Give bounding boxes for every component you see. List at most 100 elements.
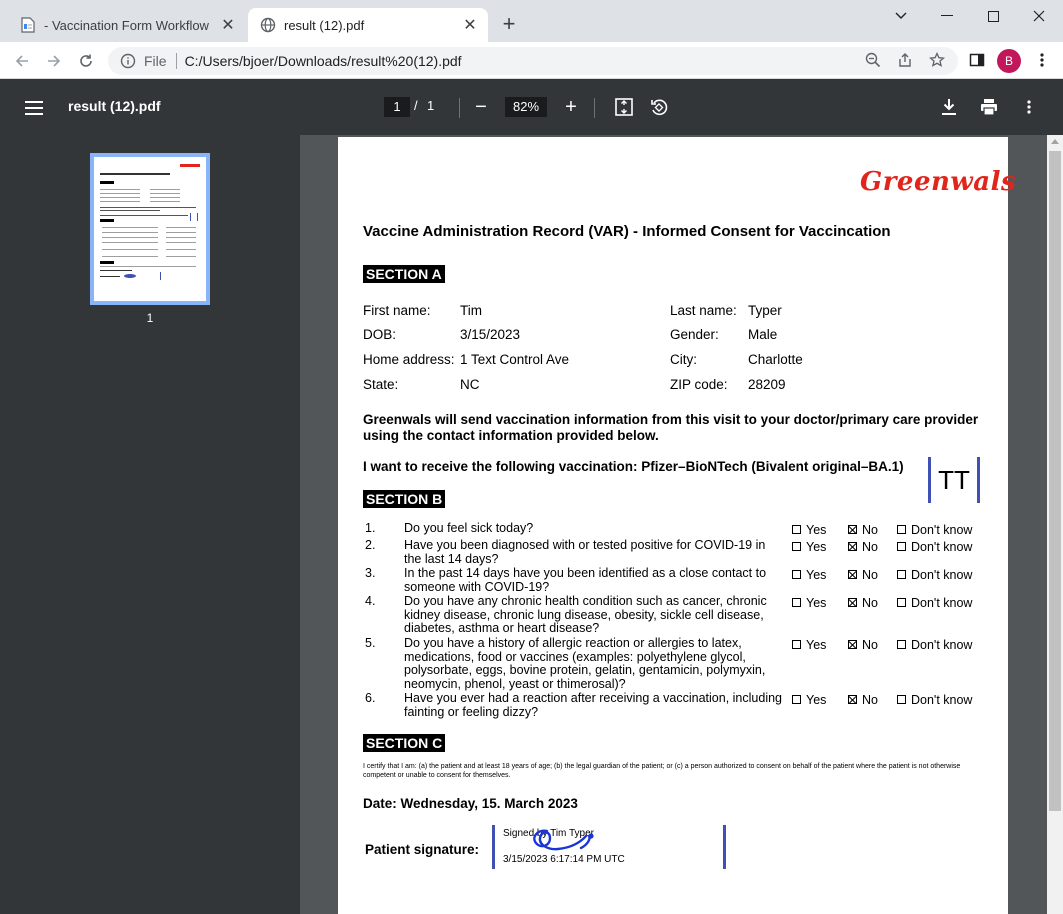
info-icon[interactable] <box>120 53 136 69</box>
hamburger-menu-icon[interactable] <box>22 96 46 120</box>
gender-label: Gender: <box>670 327 719 342</box>
vertical-scrollbar[interactable] <box>1047 135 1063 914</box>
zoom-input[interactable]: 82% <box>505 97 547 117</box>
unchecked-checkbox-icon[interactable] <box>897 695 906 704</box>
option-label: Yes <box>806 638 827 652</box>
checked-checkbox-icon[interactable] <box>848 542 857 551</box>
close-window-button[interactable] <box>1016 2 1062 30</box>
pdf-toolbar: result (12).pdf 1 / 1 − 82% + <box>0 80 1063 135</box>
zoom-out-button[interactable]: − <box>470 96 492 118</box>
unchecked-checkbox-icon[interactable] <box>897 640 906 649</box>
new-tab-button[interactable]: + <box>497 13 521 37</box>
unchecked-checkbox-icon[interactable] <box>897 570 906 579</box>
kebab-menu-icon[interactable] <box>1032 50 1052 70</box>
option-no[interactable]: No <box>848 596 878 611</box>
dob-value: 3/15/2023 <box>460 327 521 342</box>
unchecked-checkbox-icon[interactable] <box>897 542 906 551</box>
checked-checkbox-icon[interactable] <box>848 570 857 579</box>
option-label: Don't know <box>911 523 973 537</box>
option-no[interactable]: No <box>848 568 878 583</box>
checked-checkbox-icon[interactable] <box>848 640 857 649</box>
tab-vaccination-form-workflow[interactable]: - Vaccination Form Workflow ✕ <box>8 8 246 42</box>
option-no[interactable]: No <box>848 693 878 708</box>
option-dont-know[interactable]: Don't know <box>897 523 973 538</box>
option-no[interactable]: No <box>848 638 878 653</box>
unchecked-checkbox-icon[interactable] <box>792 525 801 534</box>
minimize-button[interactable] <box>924 2 970 30</box>
bookmark-star-icon[interactable] <box>927 50 947 70</box>
dob-label: DOB: <box>363 327 397 342</box>
page-separator: / <box>414 98 418 113</box>
option-yes[interactable]: Yes <box>792 540 827 555</box>
scroll-up-arrow-icon[interactable] <box>1051 139 1059 144</box>
signature-field: Signed by Tim Typer 3/15/2023 6:17:14 PM… <box>492 825 726 869</box>
close-tab-icon[interactable]: ✕ <box>218 15 238 35</box>
first-name-value: Tim <box>460 303 482 318</box>
unchecked-checkbox-icon[interactable] <box>792 570 801 579</box>
unchecked-checkbox-icon[interactable] <box>897 598 906 607</box>
option-label: No <box>862 638 878 652</box>
option-dont-know[interactable]: Don't know <box>897 693 973 708</box>
pdf-title: result (12).pdf <box>68 98 161 114</box>
option-dont-know[interactable]: Don't know <box>897 596 972 611</box>
option-yes[interactable]: Yes <box>792 638 827 653</box>
option-dont-know[interactable]: Don't know <box>897 568 973 583</box>
maximize-icon <box>987 10 999 22</box>
scrollbar-thumb[interactable] <box>1049 151 1061 811</box>
back-button[interactable] <box>9 48 35 74</box>
url-text[interactable]: C:/Users/bjoer/Downloads/result%20(12).p… <box>185 53 462 69</box>
option-yes[interactable]: Yes <box>792 568 826 583</box>
option-yes[interactable]: Yes <box>792 693 826 708</box>
page-number-input[interactable]: 1 <box>384 97 410 117</box>
checked-checkbox-icon[interactable] <box>848 695 857 704</box>
option-no[interactable]: No <box>848 523 878 538</box>
zoom-in-button[interactable]: + <box>560 96 582 118</box>
question-text: Do you have any chronic health condition… <box>404 594 767 635</box>
option-yes[interactable]: Yes <box>792 523 826 538</box>
checked-checkbox-icon[interactable] <box>848 598 857 607</box>
fit-page-icon[interactable] <box>613 96 635 118</box>
tab-search-button[interactable] <box>878 2 924 30</box>
thumbnail-page-number: 1 <box>146 311 154 325</box>
notice-paragraph: Greenwals will send vaccination informat… <box>363 412 979 443</box>
profile-avatar[interactable]: B <box>997 49 1021 73</box>
handwritten-signature <box>533 829 594 851</box>
question-text: Have you ever had a reaction after recei… <box>404 691 782 719</box>
globe-icon <box>260 17 276 33</box>
checked-checkbox-icon[interactable] <box>848 525 857 534</box>
rotate-icon[interactable] <box>648 96 670 118</box>
print-icon[interactable] <box>978 96 1000 118</box>
unchecked-checkbox-icon[interactable] <box>792 695 801 704</box>
page-total: 1 <box>427 98 435 113</box>
option-label: Don't know <box>911 568 973 582</box>
option-no[interactable]: No <box>848 540 878 555</box>
unchecked-checkbox-icon[interactable] <box>792 542 801 551</box>
question-number: 1. <box>365 521 376 535</box>
state-label: State: <box>363 377 399 392</box>
more-options-icon[interactable] <box>1018 96 1040 118</box>
unchecked-checkbox-icon[interactable] <box>897 525 906 534</box>
unchecked-checkbox-icon[interactable] <box>792 598 801 607</box>
unchecked-checkbox-icon[interactable] <box>792 640 801 649</box>
share-icon[interactable] <box>895 50 915 70</box>
option-label: No <box>862 540 878 554</box>
reload-button[interactable] <box>73 48 99 74</box>
side-panel-icon[interactable] <box>967 50 987 70</box>
page-thumbnail[interactable] <box>90 153 210 305</box>
question-text: Do you feel sick today? <box>404 521 534 535</box>
close-icon <box>1033 10 1045 22</box>
close-tab-icon[interactable]: ✕ <box>460 15 480 35</box>
address-bar[interactable]: File C:/Users/bjoer/Downloads/result%20(… <box>108 47 958 75</box>
tab-result-pdf[interactable]: result (12).pdf ✕ <box>248 8 488 42</box>
option-label: Don't know <box>911 693 973 707</box>
tab-strip: - Vaccination Form Workflow ✕ result (12… <box>0 0 1063 42</box>
option-yes[interactable]: Yes <box>792 596 826 611</box>
download-icon[interactable] <box>938 96 960 118</box>
option-dont-know[interactable]: Don't know <box>897 540 972 555</box>
option-dont-know[interactable]: Don't know <box>897 638 972 653</box>
state-value: NC <box>460 377 480 392</box>
option-label: Yes <box>806 540 827 554</box>
maximize-button[interactable] <box>970 2 1016 30</box>
zoom-icon[interactable] <box>863 50 883 70</box>
forward-button[interactable] <box>41 48 67 74</box>
